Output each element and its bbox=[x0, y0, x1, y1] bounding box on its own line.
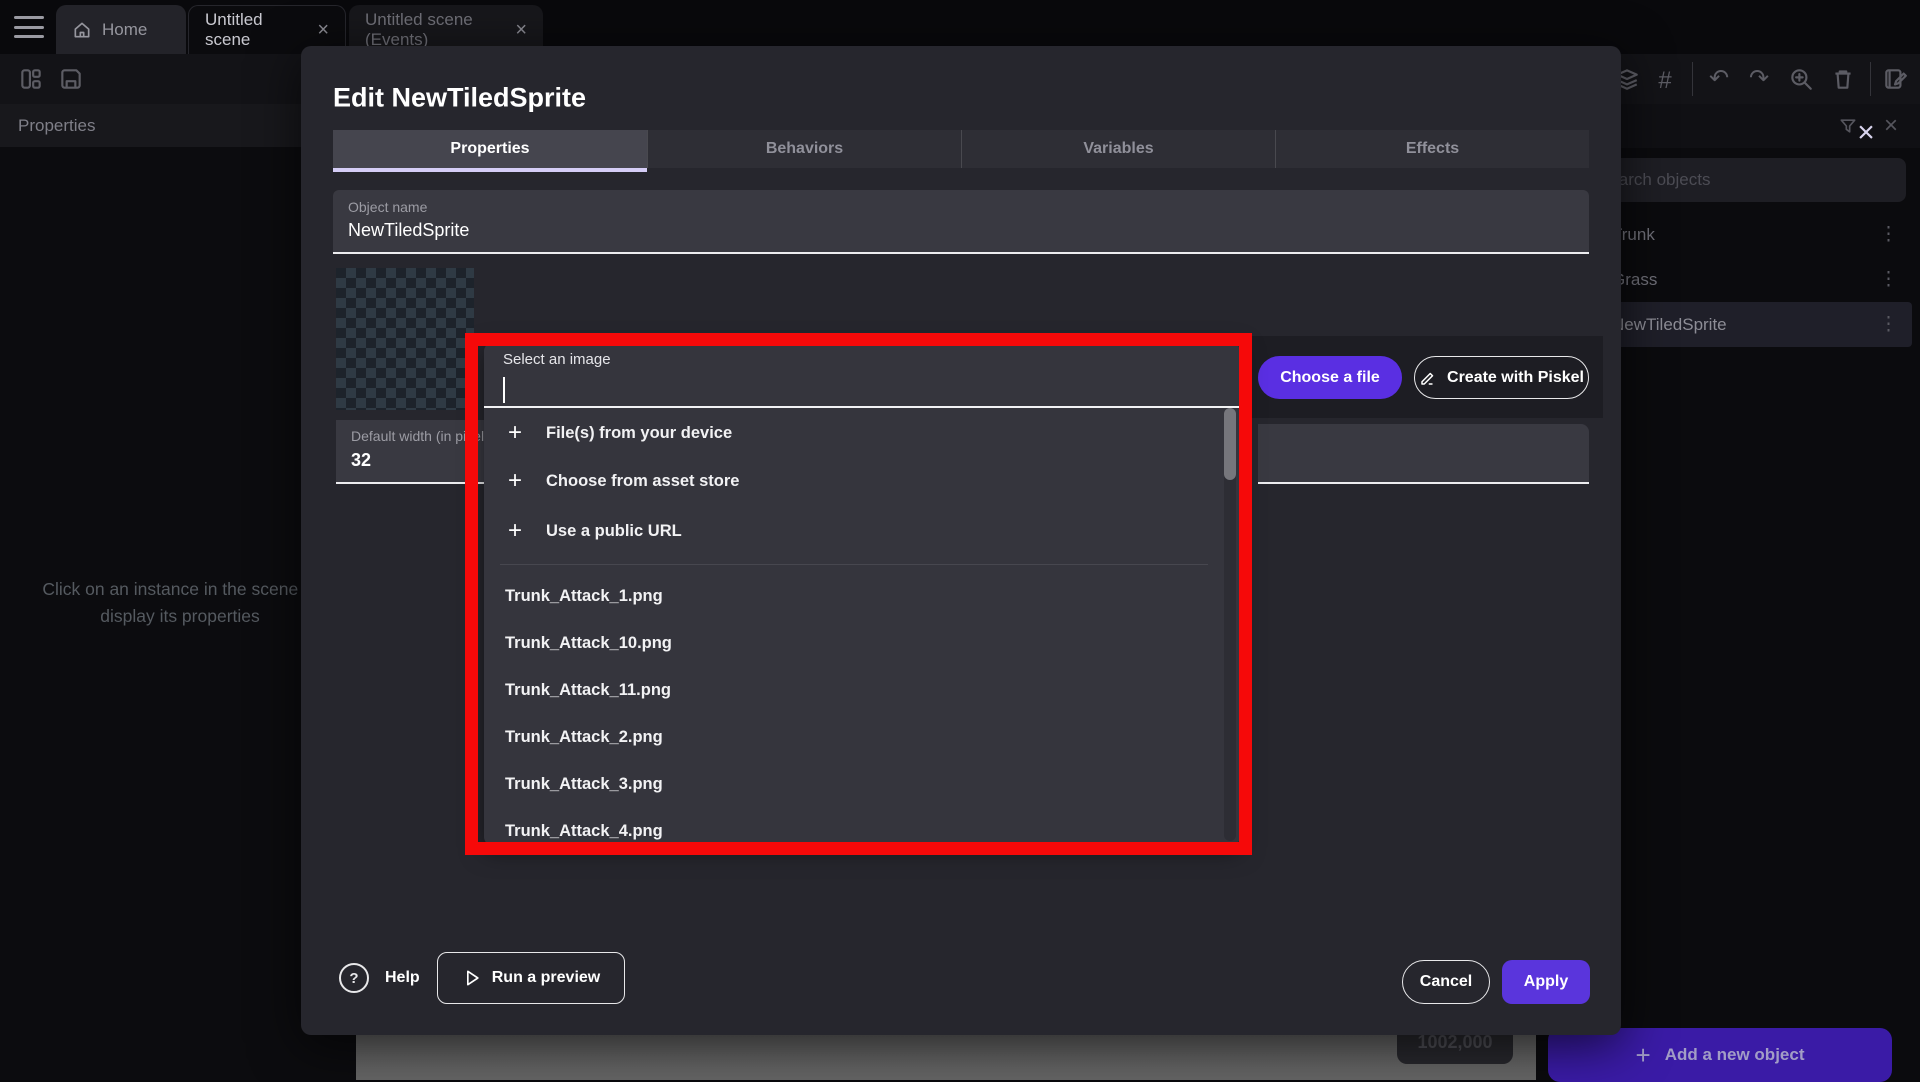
close-tab-icon[interactable]: × bbox=[515, 20, 527, 40]
home-icon bbox=[72, 20, 92, 40]
save-icon[interactable] bbox=[56, 64, 86, 94]
object-name-field[interactable]: Object name NewTiledSprite bbox=[333, 190, 1589, 254]
tab-behaviors[interactable]: Behaviors bbox=[647, 130, 961, 168]
file-option[interactable]: Trunk_Attack_1.png bbox=[484, 573, 1224, 620]
file-option[interactable]: Trunk_Attack_10.png bbox=[484, 620, 1224, 667]
question-mark-icon: ? bbox=[339, 963, 369, 993]
create-with-piskel-button[interactable]: Create with Piskel bbox=[1414, 356, 1589, 399]
plus-icon: + bbox=[508, 467, 546, 495]
cancel-button[interactable]: Cancel bbox=[1402, 960, 1490, 1004]
choose-a-file-button[interactable]: Choose a file bbox=[1258, 356, 1402, 399]
file-option[interactable]: Trunk_Attack_2.png bbox=[484, 714, 1224, 761]
text-cursor bbox=[503, 377, 505, 403]
search-objects-input[interactable] bbox=[1578, 158, 1906, 202]
kebab-menu-icon[interactable]: ⋮ bbox=[1879, 268, 1898, 291]
run-preview-button[interactable]: Run a preview bbox=[437, 952, 625, 1004]
events-sheet-edit-icon[interactable] bbox=[1880, 64, 1910, 94]
dialog-title: Edit NewTiledSprite bbox=[333, 83, 586, 114]
file-option[interactable]: Trunk_Attack_11.png bbox=[484, 667, 1224, 714]
tab-variables[interactable]: Variables bbox=[961, 130, 1275, 168]
field-value: NewTiledSprite bbox=[348, 220, 1589, 241]
tab-label: Home bbox=[102, 20, 147, 40]
menu-item-files-from-device[interactable]: + File(s) from your device bbox=[484, 409, 1224, 457]
add-new-object-button[interactable]: + Add a new object bbox=[1548, 1028, 1892, 1082]
tab-home[interactable]: Home bbox=[56, 5, 186, 54]
field-label: Object name bbox=[348, 199, 1589, 215]
kebab-menu-icon[interactable]: ⋮ bbox=[1879, 223, 1898, 246]
sprite-transparent-thumbnail[interactable] bbox=[336, 268, 474, 410]
input-underline bbox=[484, 406, 1240, 408]
select-image-label: Select an image bbox=[503, 351, 611, 368]
plus-icon: + bbox=[508, 517, 546, 545]
kebab-menu-icon[interactable]: ⋮ bbox=[1879, 313, 1898, 336]
close-panel-icon[interactable]: × bbox=[1884, 114, 1898, 138]
edit-object-dialog: Edit NewTiledSprite × Properties Behavio… bbox=[301, 46, 1621, 1035]
active-tab-indicator bbox=[333, 168, 647, 172]
grid-icon[interactable]: # bbox=[1650, 66, 1680, 96]
trash-icon[interactable] bbox=[1828, 64, 1858, 94]
panels-layout-icon[interactable] bbox=[16, 64, 46, 94]
menu-item-public-url[interactable]: + Use a public URL bbox=[484, 507, 1224, 555]
plus-icon: + bbox=[1636, 1040, 1651, 1071]
hamburger-menu-icon[interactable] bbox=[14, 16, 44, 38]
help-button[interactable]: ? Help bbox=[339, 952, 420, 1004]
play-icon bbox=[462, 968, 482, 988]
dropdown-scrollbar-thumb[interactable] bbox=[1224, 408, 1236, 480]
default-height-field[interactable] bbox=[1258, 424, 1589, 484]
file-option[interactable]: Trunk_Attack_4.png bbox=[484, 808, 1224, 845]
plus-icon: + bbox=[508, 419, 546, 447]
select-image-dropdown: Select an image + File(s) from your devi… bbox=[484, 343, 1240, 845]
pencil-icon bbox=[1419, 369, 1437, 387]
tab-label: Untitled scene bbox=[205, 10, 299, 50]
zoom-in-icon[interactable] bbox=[1786, 64, 1816, 94]
dialog-tab-bar: Properties Behaviors Variables Effects bbox=[333, 130, 1589, 168]
menu-divider bbox=[500, 564, 1208, 565]
toolbar-divider bbox=[1870, 62, 1871, 96]
close-tab-icon[interactable]: × bbox=[317, 20, 329, 40]
file-option[interactable]: Trunk_Attack_3.png bbox=[484, 761, 1224, 808]
tab-effects[interactable]: Effects bbox=[1275, 130, 1589, 168]
toolbar-divider bbox=[1692, 62, 1693, 96]
tab-properties[interactable]: Properties bbox=[333, 130, 647, 168]
apply-button[interactable]: Apply bbox=[1502, 960, 1590, 1004]
panel-title: Properties bbox=[18, 116, 95, 136]
close-dialog-icon[interactable]: × bbox=[1849, 116, 1883, 150]
tab-label: Untitled scene (Events) bbox=[365, 10, 497, 50]
undo-icon[interactable]: ↶ bbox=[1704, 64, 1734, 94]
menu-item-asset-store[interactable]: + Choose from asset store bbox=[484, 457, 1224, 505]
redo-icon[interactable]: ↷ bbox=[1744, 64, 1774, 94]
